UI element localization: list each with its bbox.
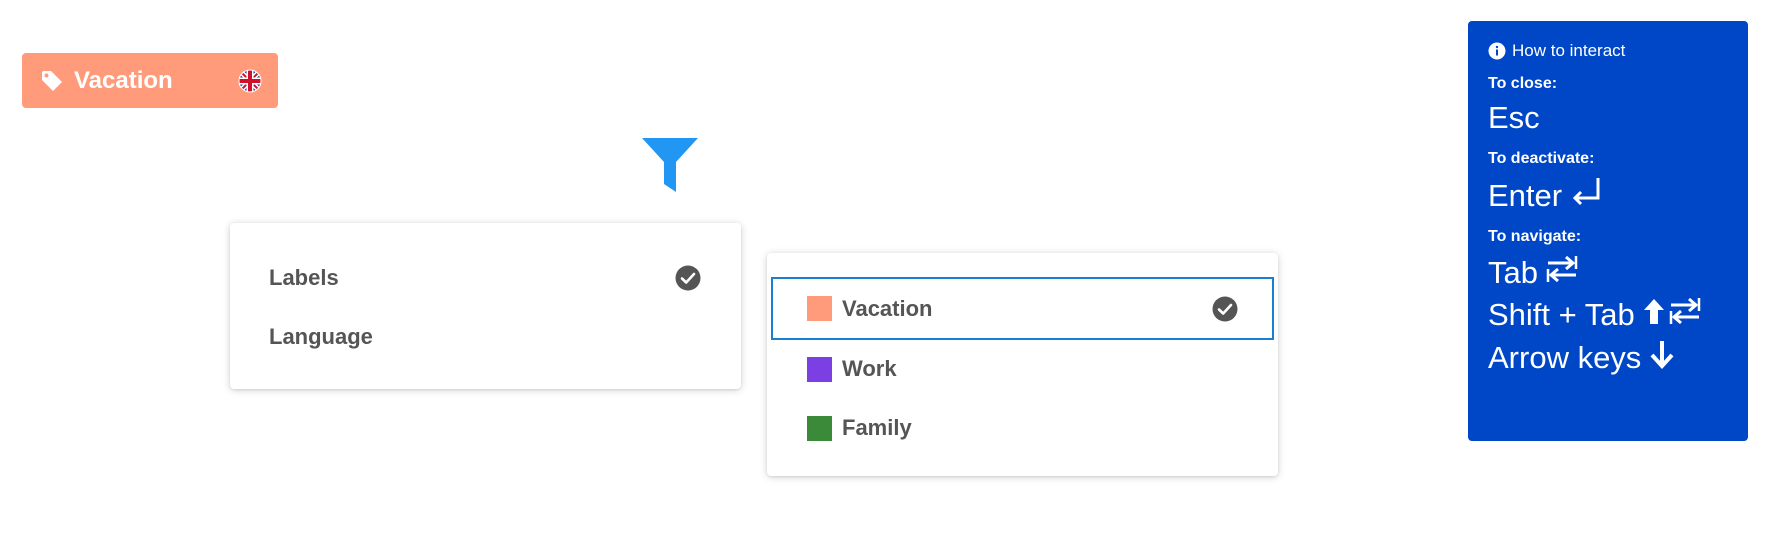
label-option-work[interactable]: Work [767, 339, 1278, 399]
tab-arrows-icon [1661, 296, 1701, 333]
enter-key-hint: Enter [1488, 176, 1728, 214]
filter-icon [642, 138, 698, 192]
label-option-vacation[interactable]: Vacation [771, 277, 1274, 340]
arrow-down-icon [1641, 339, 1675, 377]
info-icon [1488, 42, 1506, 60]
color-swatch [807, 356, 832, 382]
filter-button[interactable] [640, 136, 700, 194]
label-option-text: Work [842, 356, 897, 381]
tag-icon [40, 69, 64, 93]
tab-arrows-icon [1538, 254, 1578, 291]
help-title: How to interact [1488, 41, 1728, 61]
tab-key-hint: Tab [1488, 254, 1728, 291]
labels-menu: Vacation Work Family [767, 253, 1278, 476]
arrow-keys-hint: Arrow keys [1488, 339, 1728, 377]
shift-tab-key-hint: Shift + Tab [1488, 296, 1728, 333]
menu-item-label: Language [269, 324, 373, 349]
keyboard-help-panel: How to interact To close: Esc To deactiv… [1468, 21, 1748, 441]
help-title-text: How to interact [1512, 41, 1626, 60]
check-circle-icon [675, 265, 701, 291]
uk-flag-icon [238, 69, 262, 93]
enter-icon [1562, 176, 1602, 214]
tab-key-text: Tab [1488, 255, 1538, 291]
esc-key-text: Esc [1488, 100, 1540, 135]
label-option-text: Family [842, 415, 912, 440]
active-label-chip[interactable]: Vacation [22, 53, 278, 108]
chip-label: Vacation [74, 66, 173, 94]
deactivate-section-label: To deactivate: [1488, 150, 1595, 168]
label-option-text: Vacation [842, 295, 933, 321]
filter-category-menu: Labels Language [230, 223, 741, 389]
color-swatch [807, 415, 832, 441]
check-circle-icon [1212, 296, 1238, 322]
menu-item-language[interactable]: Language [230, 312, 741, 362]
esc-key-hint: Esc [1488, 99, 1728, 136]
arrow-keys-text: Arrow keys [1488, 340, 1642, 376]
navigate-section-label: To navigate: [1488, 228, 1582, 246]
label-option-family[interactable]: Family [767, 398, 1278, 458]
menu-item-labels[interactable]: Labels [230, 253, 741, 303]
shift-tab-key-text: Shift + Tab [1488, 296, 1635, 332]
color-swatch [807, 296, 832, 321]
enter-key-text: Enter [1488, 177, 1563, 213]
close-section-label: To close: [1488, 75, 1558, 92]
menu-item-label: Labels [269, 265, 339, 290]
